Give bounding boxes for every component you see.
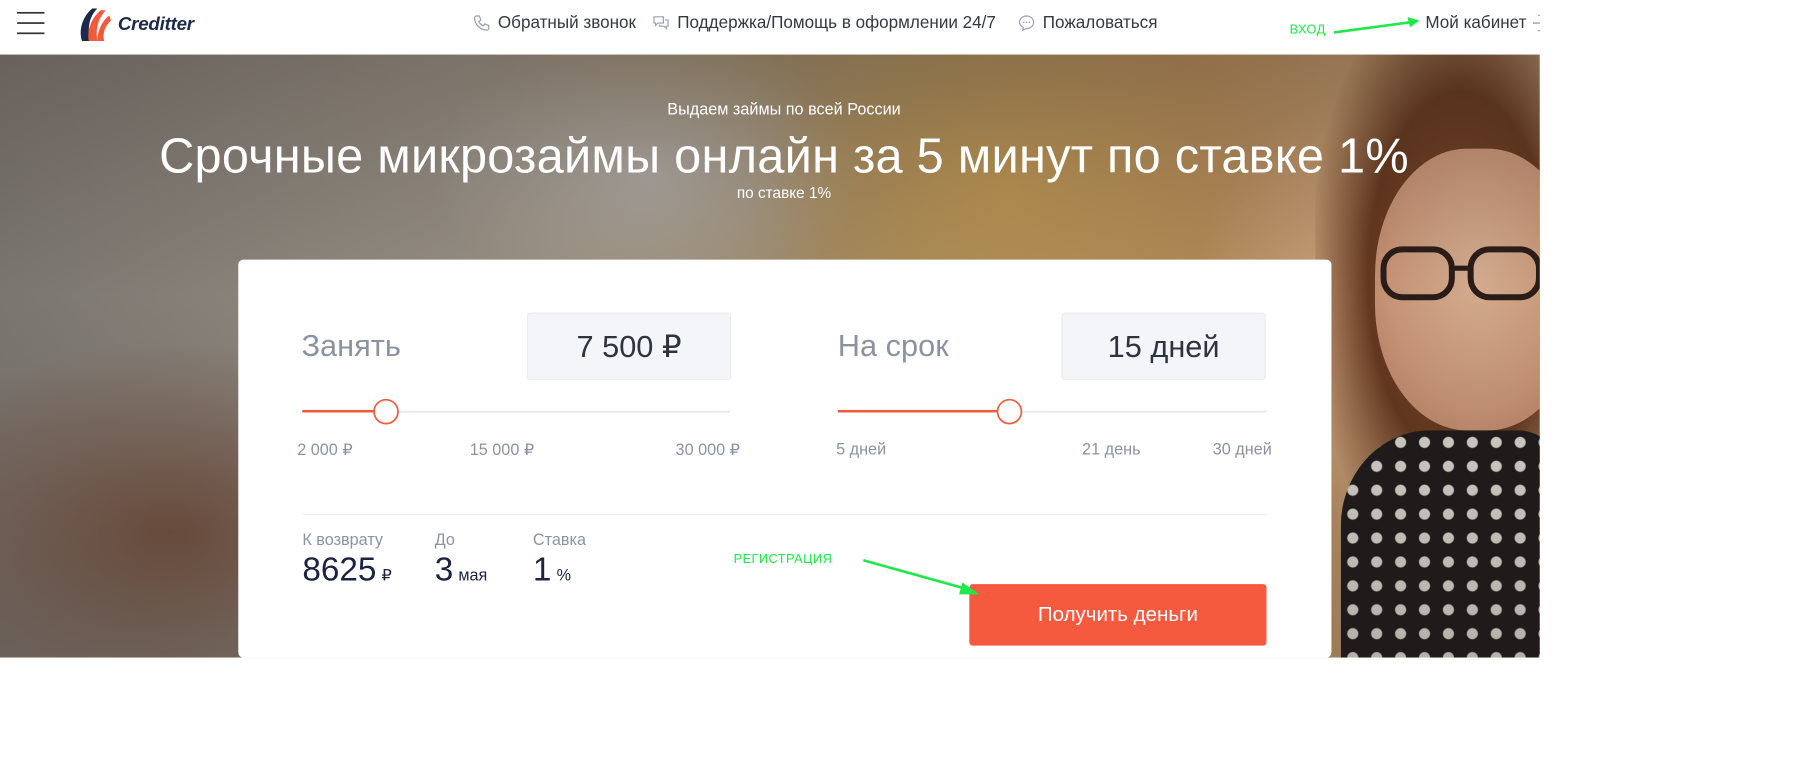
amount-tick-max: 30 000 ₽: [675, 441, 741, 460]
term-field[interactable]: 15 дней: [1061, 312, 1266, 381]
amount-tick-mid: 15 000 ₽: [469, 441, 535, 460]
login-annotation: ВХОД: [1289, 22, 1326, 37]
until-unit: мая: [458, 567, 488, 586]
callback-label: Обратный звонок: [497, 13, 637, 33]
calculator-divider: [302, 514, 1268, 515]
return-label: К возврату: [302, 531, 384, 550]
rate-unit: %: [556, 567, 572, 586]
complain-link[interactable]: Пожаловаться: [1017, 12, 1157, 34]
callback-link[interactable]: Обратный звонок: [472, 12, 636, 34]
amount-field[interactable]: 7 500 ₽: [526, 312, 732, 381]
menu-icon[interactable]: [17, 11, 45, 35]
arrow-icon: [1333, 17, 1420, 34]
until-value: 3: [434, 551, 454, 589]
return-value: 8625: [302, 551, 377, 589]
return-unit: ₽: [381, 567, 392, 586]
until-label: До: [434, 531, 455, 550]
term-tick-max: 30 дней: [1212, 440, 1272, 459]
amount-tick-min: 2 000 ₽: [297, 441, 353, 460]
amount-slider[interactable]: [302, 398, 731, 425]
loan-calculator: Занять 7 500 ₽ На срок 15 дней 2 000 ₽ 1…: [238, 259, 1332, 658]
logo-mark-icon: [80, 8, 112, 41]
amount-slider-thumb[interactable]: [373, 398, 400, 425]
term-slider-fill: [837, 409, 1010, 413]
hero-subtitle: по ставке 1%: [736, 184, 832, 202]
rate-value: 1: [532, 551, 552, 589]
page: document.getElementById('root').style.tr…: [0, 0, 1540, 658]
phone-icon: [474, 15, 490, 31]
arrow-icon: [863, 559, 980, 595]
term-slider-thumb[interactable]: [996, 398, 1023, 425]
return-amount: 8625 ₽: [302, 552, 392, 590]
term-tick-min: 5 дней: [836, 440, 887, 459]
rate: 1%: [533, 552, 571, 590]
hero-title: Срочные микрозаймы онлайн за 5 минут по …: [159, 128, 1409, 184]
get-money-button[interactable]: Получить деньги: [969, 584, 1267, 646]
amount-label: Занять: [301, 327, 401, 363]
term-slider[interactable]: [837, 398, 1267, 425]
cabinet-label: Мой кабинет: [1425, 13, 1527, 33]
brand-name: Creditter: [117, 12, 194, 35]
support-link[interactable]: Поддержка/Помощь в оформлении 24/7: [652, 12, 996, 34]
complain-label: Пожаловаться: [1042, 13, 1158, 33]
term-label: На срок: [837, 327, 949, 363]
login-icon: [1533, 14, 1540, 32]
register-annotation: РЕГИСТРАЦИЯ: [733, 551, 833, 567]
hero-section: Выдаем займы по всей России Срочные микр…: [0, 54, 1540, 658]
chat-bubbles-icon: [653, 16, 669, 30]
term-tick-mid: 21 день: [1082, 440, 1141, 459]
brand-logo[interactable]: Creditter: [77, 5, 194, 43]
speech-bubble-icon: [1018, 15, 1035, 32]
rate-label: Ставка: [532, 531, 587, 550]
until-date: 3 мая: [435, 552, 488, 590]
cabinet-link[interactable]: Мой кабинет: [1425, 12, 1540, 34]
support-label: Поддержка/Помощь в оформлении 24/7: [677, 13, 996, 33]
hero-eyebrow: Выдаем займы по всей России: [667, 100, 901, 119]
site-header: Creditter Обратный звонок Поддержка/Помо…: [0, 0, 1540, 55]
